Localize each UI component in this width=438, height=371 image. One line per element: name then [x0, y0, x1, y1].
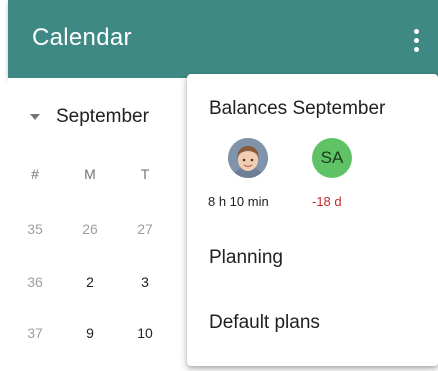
user-photo-avatar[interactable]: [228, 138, 268, 178]
tuesday-header: T: [140, 166, 150, 182]
calendar-day[interactable]: 27: [133, 221, 157, 237]
month-label: September: [56, 106, 149, 127]
calendar-day[interactable]: 26: [78, 221, 102, 237]
month-selector[interactable]: September: [30, 105, 149, 129]
week-number: 35: [27, 221, 43, 237]
more-vert-icon[interactable]: [404, 22, 428, 58]
balance-days: -18 d: [312, 194, 342, 209]
app-title: Calendar: [32, 24, 132, 51]
week-number: 36: [27, 274, 43, 290]
balances-heading: Balances September: [209, 98, 386, 119]
calendar-day[interactable]: 9: [78, 325, 102, 341]
user-initials-avatar[interactable]: SA: [312, 138, 352, 178]
week-number: 37: [27, 325, 43, 341]
balance-hours: 8 h 10 min: [208, 194, 269, 209]
menu-item-default-plans[interactable]: Default plans: [209, 312, 320, 334]
app-bar: Calendar: [8, 0, 438, 78]
week-number-header: #: [31, 166, 39, 182]
menu-item-planning[interactable]: Planning: [209, 247, 283, 269]
caret-down-icon[interactable]: [30, 114, 40, 120]
calendar-day[interactable]: 10: [133, 325, 157, 341]
overflow-menu: Balances September SA 8 h 10 min -18 d P…: [187, 74, 438, 366]
calendar-day[interactable]: 3: [133, 274, 157, 290]
monday-header: M: [84, 166, 96, 182]
calendar-day[interactable]: 2: [78, 274, 102, 290]
photo-avatar-image: [228, 138, 268, 178]
